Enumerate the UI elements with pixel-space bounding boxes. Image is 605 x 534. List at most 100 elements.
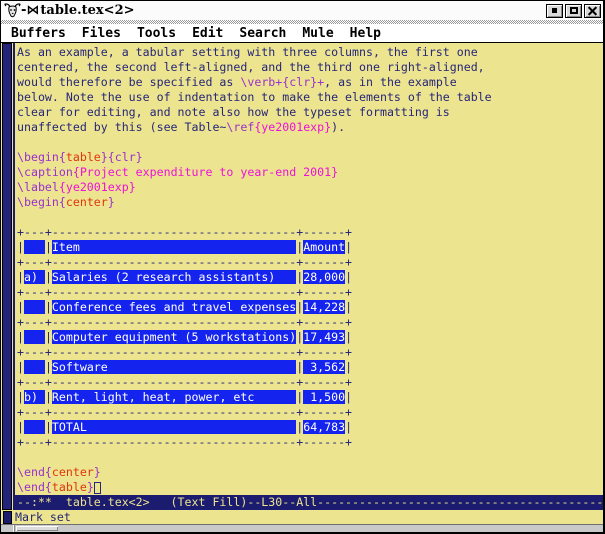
text-segment: +---+-----------------------------------… bbox=[17, 405, 352, 419]
table-cell-highlight bbox=[24, 420, 45, 434]
buffer-line: clear for editing, and note also how the… bbox=[17, 105, 599, 120]
maximize-button[interactable] bbox=[565, 4, 582, 18]
text-segment: {ye2001exp} bbox=[59, 180, 136, 194]
title-bar[interactable]: -⋈ table.tex<2> bbox=[1, 1, 603, 20]
buffer-line: |a) |Salaries (2 research assistants) |2… bbox=[17, 270, 599, 285]
text-segment: As an example, a tabular setting with th… bbox=[17, 45, 478, 59]
text-segment: \ref bbox=[226, 120, 254, 134]
text-segment: }{clr} bbox=[101, 150, 143, 164]
table-cell-highlight: Rent, light, heat, power, etc bbox=[52, 390, 296, 404]
text-segment: | bbox=[17, 240, 24, 254]
emacs-window: -⋈ table.tex<2> Buffers Files Tools Edit Sea… bbox=[0, 0, 605, 534]
buffer-line bbox=[17, 450, 599, 465]
buffer-line: \end{center} bbox=[17, 465, 599, 480]
table-cell-highlight: TOTAL bbox=[52, 420, 296, 434]
buffer-line: below. Note the use of indentation to ma… bbox=[17, 90, 599, 105]
buffer-line: would therefore be specified as \verb+{c… bbox=[17, 75, 599, 90]
text-segment: +---+-----------------------------------… bbox=[17, 315, 352, 329]
menu-item-mule[interactable]: Mule bbox=[302, 26, 333, 41]
maximize-icon bbox=[570, 7, 578, 14]
text-segment: +---+-----------------------------------… bbox=[17, 225, 352, 239]
buffer-line: | |TOTAL |64,783| bbox=[17, 420, 599, 435]
text-segment: \caption bbox=[17, 165, 73, 179]
vertical-scrollbar-thumb[interactable] bbox=[2, 43, 12, 510]
table-cell-highlight: 3,562 bbox=[303, 360, 345, 374]
table-cell-highlight: Conference fees and travel expenses bbox=[52, 300, 296, 314]
buffer-line: \label{ye2001exp} bbox=[17, 180, 599, 195]
menu-item-tools[interactable]: Tools bbox=[137, 26, 176, 41]
text-segment: \end{ bbox=[17, 465, 52, 479]
text-segment: \verb+{clr}+ bbox=[240, 75, 324, 89]
table-cell-highlight: 1,500 bbox=[303, 390, 345, 404]
text-segment: ). bbox=[331, 120, 345, 134]
buffer-line: +---+-----------------------------------… bbox=[17, 285, 599, 300]
minimize-icon bbox=[552, 8, 557, 13]
minibuffer-scrollbar-block bbox=[3, 511, 12, 524]
buffer-line: +---+-----------------------------------… bbox=[17, 435, 599, 450]
text-segment: +---+-----------------------------------… bbox=[17, 255, 352, 269]
text-segment: table bbox=[52, 480, 87, 494]
text-segment: | bbox=[345, 360, 352, 374]
text-segment: } bbox=[87, 480, 94, 494]
text-segment: +---+-----------------------------------… bbox=[17, 285, 352, 299]
text-segment: | bbox=[45, 300, 52, 314]
menu-item-edit[interactable]: Edit bbox=[192, 26, 223, 41]
buffer-line: \caption{Project expenditure to year-end… bbox=[17, 165, 599, 180]
horizontal-scrollbar-thumb[interactable] bbox=[16, 526, 58, 531]
table-cell-highlight: 17,493 bbox=[303, 330, 345, 344]
mode-line: --:** table.tex<2> (Text Fill)--L30--All… bbox=[14, 495, 603, 510]
close-icon bbox=[588, 6, 597, 15]
buffer-line: +---+-----------------------------------… bbox=[17, 225, 599, 240]
table-cell-highlight: Software bbox=[52, 360, 296, 374]
table-cell-highlight: 28,000 bbox=[303, 270, 345, 284]
text-segment: | bbox=[345, 300, 352, 314]
text-segment: unaffected by this (see Table~ bbox=[17, 120, 226, 134]
text-segment: center bbox=[66, 195, 108, 209]
text-segment: | bbox=[17, 360, 24, 374]
table-cell-highlight: b) bbox=[24, 390, 45, 404]
buffer-line: +---+-----------------------------------… bbox=[17, 315, 599, 330]
text-segment: +---+-----------------------------------… bbox=[17, 375, 352, 389]
gnu-emacs-icon bbox=[4, 3, 21, 18]
text-segment: | bbox=[45, 240, 52, 254]
table-cell-highlight: Amount bbox=[303, 240, 345, 254]
text-segment: | bbox=[17, 300, 24, 314]
text-segment: center bbox=[52, 465, 94, 479]
text-segment: } bbox=[108, 195, 115, 209]
text-segment: | bbox=[17, 390, 24, 404]
menu-item-buffers[interactable]: Buffers bbox=[11, 26, 66, 41]
text-segment: | bbox=[345, 240, 352, 254]
window-title: table.tex<2> bbox=[40, 3, 544, 18]
text-segment: centered, the second left-aligned, and t… bbox=[17, 60, 485, 74]
title-icon-suffix: -⋈ bbox=[21, 3, 39, 18]
text-segment: | bbox=[45, 270, 52, 284]
buffer-line bbox=[17, 135, 599, 150]
text-buffer[interactable]: As an example, a tabular setting with th… bbox=[17, 45, 599, 495]
text-segment: | bbox=[45, 360, 52, 374]
menu-item-files[interactable]: Files bbox=[82, 26, 121, 41]
table-cell-highlight bbox=[24, 240, 45, 254]
buffer-line: +---+-----------------------------------… bbox=[17, 345, 599, 360]
menu-item-help[interactable]: Help bbox=[350, 26, 381, 41]
text-segment: | bbox=[345, 270, 352, 284]
text-segment: | bbox=[17, 420, 24, 434]
buffer-line: \begin{table}{clr} bbox=[17, 150, 599, 165]
buffer-line: unaffected by this (see Table~\ref{ye200… bbox=[17, 120, 599, 135]
text-segment: | bbox=[45, 420, 52, 434]
text-segment: | bbox=[17, 270, 24, 284]
text-segment: | bbox=[45, 390, 52, 404]
menu-item-search[interactable]: Search bbox=[239, 26, 286, 41]
text-segment: +---+-----------------------------------… bbox=[17, 345, 352, 359]
buffer-line: centered, the second left-aligned, and t… bbox=[17, 60, 599, 75]
text-segment: clear for editing, and note also how the… bbox=[17, 105, 450, 119]
text-segment: \label bbox=[17, 180, 59, 194]
buffer-line: | |Software | 3,562| bbox=[17, 360, 599, 375]
minimize-button[interactable] bbox=[546, 4, 563, 18]
text-segment: \begin{ bbox=[17, 195, 66, 209]
close-button[interactable] bbox=[584, 4, 601, 18]
text-segment: | bbox=[345, 390, 352, 404]
horizontal-scrollbar[interactable] bbox=[1, 524, 603, 532]
scrollbar-corner bbox=[1, 525, 15, 532]
text-segment: table bbox=[66, 150, 101, 164]
buffer-line: | |Item |Amount| bbox=[17, 240, 599, 255]
